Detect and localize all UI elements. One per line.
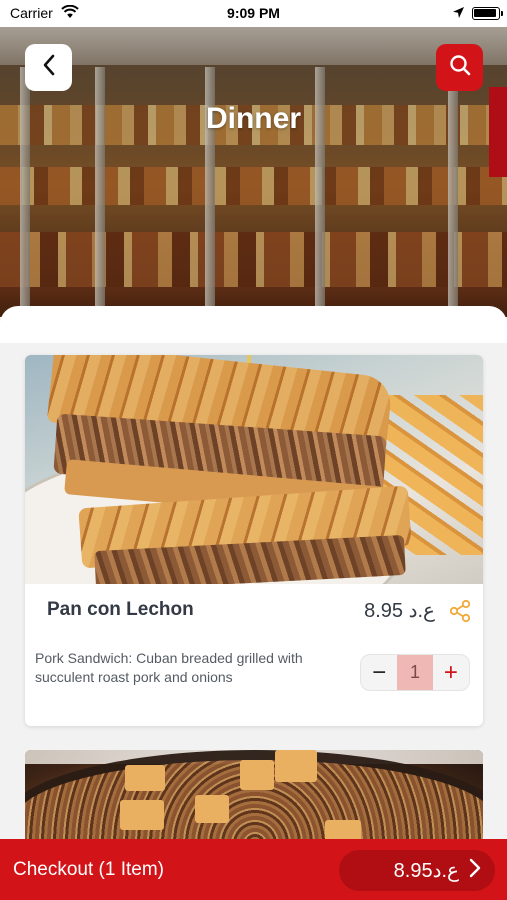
share-icon[interactable] [446,597,474,625]
checkout-label: Checkout (1 Item) [13,859,164,880]
status-time: 9:09 PM [227,5,280,21]
quantity-value: 1 [397,655,433,690]
search-icon [448,53,472,82]
increase-quantity-button[interactable]: + [433,655,469,690]
content-sheet-top [0,306,507,343]
search-button[interactable] [436,44,483,91]
checkout-bar[interactable]: Checkout (1 Item) 8.95ع.د [0,839,507,900]
battery-tip [501,11,503,16]
menu-item-name: Pan con Lechon [47,599,194,620]
location-arrow-icon [452,6,465,24]
checkout-button[interactable]: 8.95ع.د [339,850,495,891]
chevron-left-icon [42,54,56,81]
hero-banner-image [0,27,507,317]
quantity-stepper[interactable]: − 1 + [360,654,470,691]
menu-item-image [25,355,483,584]
back-button[interactable] [25,44,72,91]
checkout-total: 8.95ع.د [393,860,459,882]
decrease-quantity-button[interactable]: − [361,655,397,690]
status-bar: Carrier 9:09 PM [0,0,507,27]
menu-item-price: 8.95 ع.د [364,600,435,622]
menu-item-description: Pork Sandwich: Cuban breaded grilled wit… [35,650,303,685]
page-title: Dinner [205,102,301,135]
battery-icon [472,7,500,20]
chevron-right-icon [469,858,481,883]
menu-item-card[interactable]: Pan con Lechon 8.95 ع.د Pork Sandwich: C… [25,355,483,726]
